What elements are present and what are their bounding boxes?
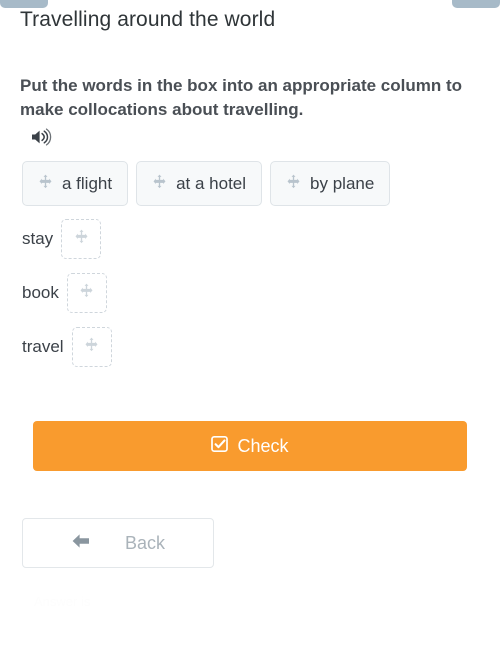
collocation-label: travel xyxy=(22,337,64,356)
draggable-word-chip[interactable]: at a hotel xyxy=(136,161,263,206)
arrows-move-icon xyxy=(84,337,99,357)
arrows-move-icon xyxy=(74,229,89,249)
page-title: Travelling around the world xyxy=(20,8,276,31)
collocation-label: stay xyxy=(22,229,54,248)
back-button[interactable]: Back xyxy=(22,518,214,568)
volume-up-icon[interactable] xyxy=(30,127,52,147)
check-button[interactable]: Check xyxy=(33,421,467,471)
chip-label: a flight xyxy=(62,173,113,193)
arrows-move-icon xyxy=(286,174,301,194)
top-tab-right xyxy=(452,0,500,8)
collocation-row: travel xyxy=(22,327,112,367)
arrows-move-icon xyxy=(152,174,167,194)
collocation-row: stay xyxy=(22,219,112,259)
top-tab-left xyxy=(0,0,48,8)
arrow-left-icon xyxy=(71,533,91,554)
check-button-label: Check xyxy=(237,435,289,456)
chip-label: at a hotel xyxy=(176,173,247,193)
drop-zone[interactable] xyxy=(61,219,102,259)
arrows-move-icon xyxy=(38,174,53,194)
chip-label: by plane xyxy=(310,173,375,193)
collocation-row: book xyxy=(22,273,112,313)
back-button-label: Back xyxy=(124,532,166,553)
draggable-word-chip[interactable]: a flight xyxy=(22,161,129,206)
word-bank: a flight at a hotel by plane xyxy=(22,161,391,206)
collocation-label: book xyxy=(22,283,59,302)
draggable-word-chip[interactable]: by plane xyxy=(270,161,391,206)
collocation-rows: stay book travel xyxy=(22,219,112,381)
drop-zone[interactable] xyxy=(71,327,112,367)
drop-zone[interactable] xyxy=(66,273,107,313)
footer-ghost-text: Answer is xyxy=(34,594,91,609)
task-instruction: Put the words in the box into an appropr… xyxy=(20,76,463,120)
arrows-move-icon xyxy=(79,283,94,303)
check-square-icon xyxy=(211,435,229,458)
